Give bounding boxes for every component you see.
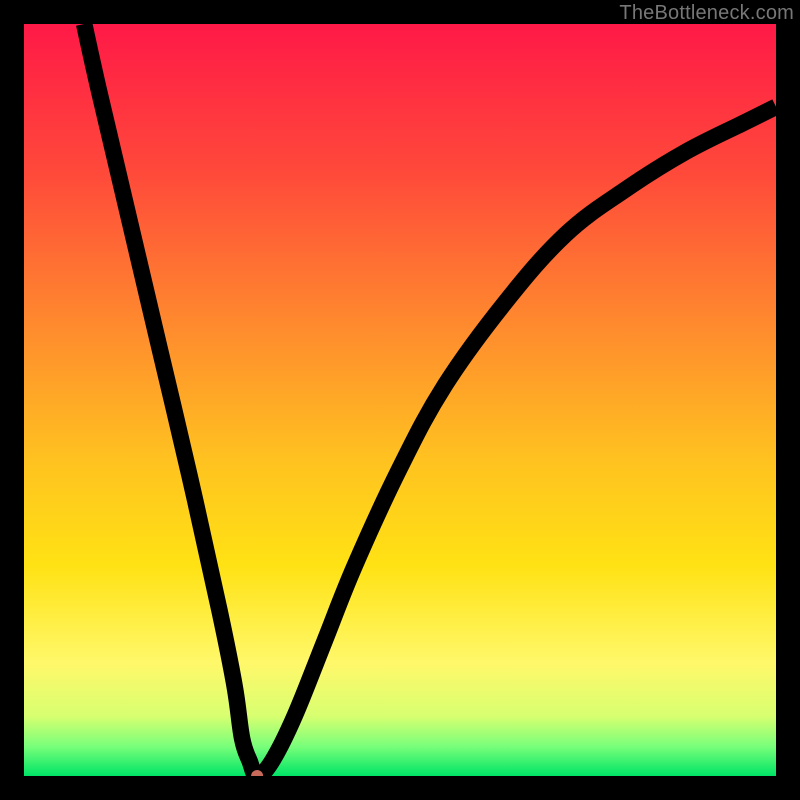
watermark-text: TheBottleneck.com <box>619 2 794 25</box>
bottleneck-chart <box>24 24 776 776</box>
chart-background <box>24 24 776 776</box>
